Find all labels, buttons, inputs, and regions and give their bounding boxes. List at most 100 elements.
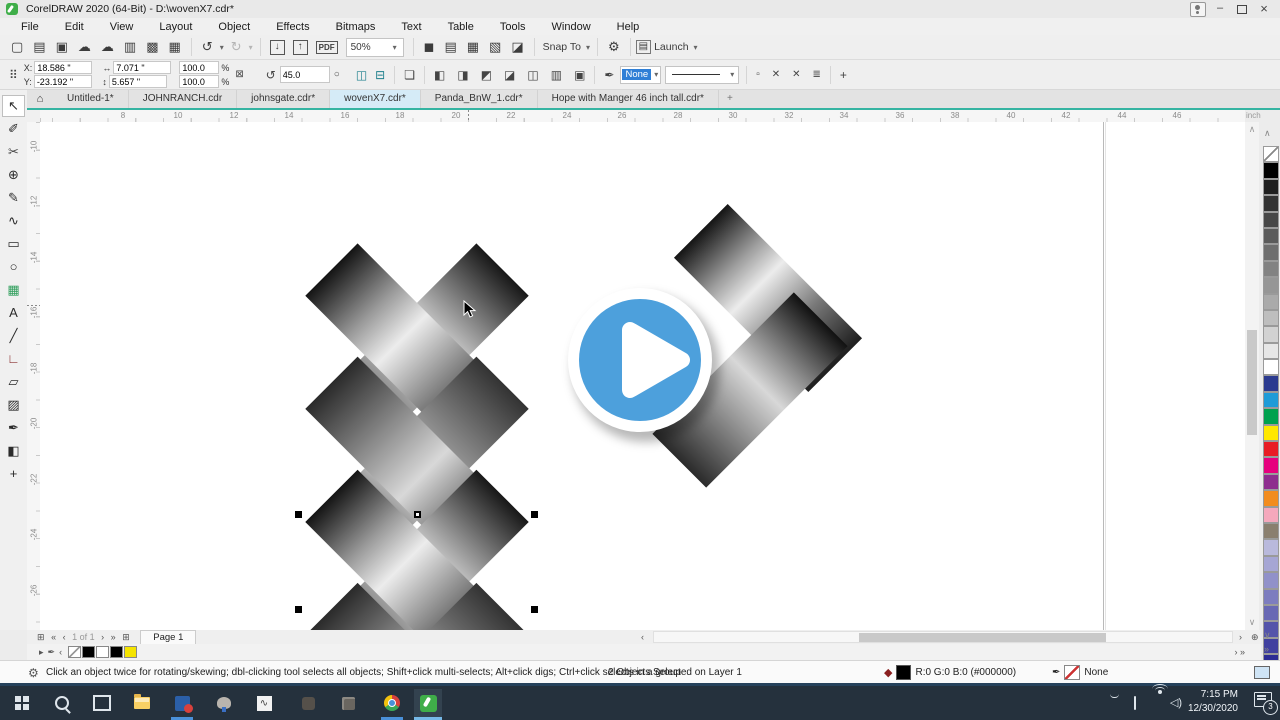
- crop-tool[interactable]: ✂: [3, 142, 24, 162]
- lock-ratio-icon[interactable]: ⊠: [231, 69, 247, 80]
- close-button[interactable]: ×: [1256, 2, 1272, 16]
- vertical-ruler[interactable]: -10 -12 -14 -16 -18 -20 -22 -24 -26: [27, 122, 41, 630]
- doc-palette-swatch[interactable]: [110, 646, 124, 658]
- menu-item[interactable]: Tools: [487, 21, 539, 33]
- doc-palette-right[interactable]: › »: [1232, 645, 1247, 659]
- ellipse-tool[interactable]: ○: [3, 257, 24, 277]
- palette-swatch[interactable]: [1263, 375, 1279, 392]
- palette-scroll-down[interactable]: ∨: [1264, 630, 1271, 641]
- doc-palette-swatch[interactable]: [82, 646, 96, 658]
- snap-to-dropdown[interactable]: Snap To: [540, 41, 584, 53]
- publish-pdf-icon[interactable]: PDF: [315, 40, 338, 54]
- clear-effects-icon[interactable]: ✕: [788, 69, 804, 80]
- palette-swatch[interactable]: [1263, 309, 1279, 327]
- object-width-field[interactable]: [113, 61, 172, 74]
- palette-swatch[interactable]: [1263, 391, 1279, 409]
- task-view-icon[interactable]: [88, 689, 116, 717]
- drawing-canvas[interactable]: [40, 122, 1245, 630]
- trim-icon[interactable]: ◨: [453, 68, 472, 82]
- menu-item[interactable]: Help: [604, 21, 653, 33]
- palette-swatch[interactable]: [1263, 539, 1279, 556]
- menu-item[interactable]: Layout: [146, 21, 205, 33]
- menu-item[interactable]: Effects: [263, 21, 322, 33]
- last-page-button[interactable]: »: [109, 630, 118, 644]
- customize-plus-icon[interactable]: +: [836, 68, 851, 82]
- volume-tray-icon[interactable]: ◁): [1170, 696, 1182, 709]
- wrap-text-icon[interactable]: ≣: [809, 69, 825, 80]
- palette-swatch[interactable]: [1263, 604, 1279, 622]
- order-icon[interactable]: ❏: [400, 68, 419, 82]
- status-gear-icon[interactable]: ⚙: [28, 666, 39, 680]
- play-button[interactable]: [568, 288, 720, 442]
- prev-page-button[interactable]: ‹: [61, 630, 68, 644]
- import-icon[interactable]: ↓: [269, 39, 285, 55]
- doc-palette-expand[interactable]: ▸: [37, 645, 46, 659]
- hscroll-right-arrow[interactable]: ›: [1237, 630, 1244, 644]
- palette-swatch[interactable]: [1263, 326, 1279, 343]
- palette-swatch[interactable]: [1263, 162, 1279, 179]
- cloud-upload-icon[interactable]: ☁: [73, 36, 96, 58]
- menu-item[interactable]: Table: [435, 21, 487, 33]
- add-page-button-2[interactable]: ⊞: [120, 630, 132, 644]
- create-boundary-icon[interactable]: ▣: [570, 68, 589, 82]
- copy-icon[interactable]: ▩: [141, 36, 163, 58]
- pan-zoom-button[interactable]: ⊕: [1249, 630, 1261, 644]
- palette-swatch[interactable]: [1263, 522, 1279, 540]
- palette-swatch[interactable]: [1263, 457, 1279, 474]
- woven-artwork[interactable]: [40, 122, 1245, 630]
- first-page-button[interactable]: «: [49, 630, 58, 644]
- scale-h-field[interactable]: [179, 61, 220, 74]
- eyedropper-tool[interactable]: ✒: [3, 418, 24, 438]
- photo-app-icon[interactable]: [168, 689, 196, 720]
- zoom-level-combo[interactable]: 50% ▾: [345, 37, 404, 57]
- account-icon[interactable]: [1190, 2, 1206, 17]
- more-tools[interactable]: +: [3, 464, 24, 484]
- search-icon[interactable]: [48, 689, 76, 717]
- document-tab[interactable]: johnsgate.cdr*: [237, 90, 331, 108]
- puzzle-app-icon[interactable]: ∿: [250, 689, 278, 717]
- clear-transform-icon[interactable]: ✕: [768, 69, 784, 80]
- shape-tool[interactable]: ✐: [3, 119, 24, 139]
- rectangle-tool[interactable]: ▭: [3, 234, 24, 254]
- palette-swatch[interactable]: [1263, 359, 1279, 376]
- palette-swatch[interactable]: [1263, 244, 1279, 261]
- palette-swatch[interactable]: [1263, 424, 1279, 442]
- menu-item[interactable]: Text: [388, 21, 434, 33]
- cloud-open-icon[interactable]: ☁: [96, 36, 119, 58]
- x-position-field[interactable]: [34, 61, 93, 74]
- menu-item[interactable]: Object: [205, 21, 263, 33]
- show-rulers-icon[interactable]: ▤: [439, 36, 461, 58]
- launch-icon[interactable]: ▤: [635, 40, 652, 54]
- back-minus-front-icon[interactable]: ▥: [547, 68, 566, 82]
- menu-item[interactable]: Window: [539, 21, 604, 33]
- palette-swatch[interactable]: [1263, 441, 1279, 458]
- simplify-icon[interactable]: ◪: [500, 68, 519, 82]
- mirror-vertical-icon[interactable]: ⊟: [371, 68, 389, 82]
- show-grid-icon[interactable]: ▦: [462, 36, 484, 58]
- dark-app-icon-2[interactable]: [334, 689, 362, 717]
- usb-tray-icon[interactable]: [1134, 696, 1136, 710]
- document-tab[interactable]: Panda_BnW_1.cdr*: [421, 90, 538, 108]
- document-tab[interactable]: Hope with Manger 46 inch tall.cdr*: [538, 90, 719, 108]
- palette-swatch[interactable]: [1263, 178, 1279, 196]
- open-icon[interactable]: ▤: [28, 36, 50, 58]
- menu-item[interactable]: File: [8, 21, 52, 33]
- minimize-button[interactable]: –: [1212, 2, 1228, 16]
- scale-v-field[interactable]: [179, 75, 220, 88]
- transparency-tool[interactable]: ▨: [3, 395, 24, 415]
- horizontal-scrollbar[interactable]: [653, 631, 1233, 643]
- palette-swatch[interactable]: [1263, 260, 1279, 278]
- treat-as-filled-icon[interactable]: ◪: [506, 36, 528, 58]
- palette-scroll-up[interactable]: ∧: [1264, 128, 1271, 139]
- palette-swatch[interactable]: [1263, 293, 1279, 310]
- palette-swatch[interactable]: [1263, 195, 1279, 212]
- doc-palette-swatch[interactable]: [68, 646, 82, 658]
- clock[interactable]: 7:15 PM 12/30/2020: [1188, 688, 1238, 716]
- new-tab-button[interactable]: +: [719, 90, 741, 108]
- doc-palette-eyedropper-icon[interactable]: ✒: [46, 645, 58, 659]
- document-tab[interactable]: wovenX7.cdr*: [330, 90, 421, 108]
- palette-swatch[interactable]: [1263, 342, 1279, 360]
- fullscreen-preview-icon[interactable]: ◼: [419, 36, 440, 58]
- y-position-field[interactable]: [33, 75, 92, 88]
- line-style-dropdown[interactable]: ▾: [665, 65, 740, 84]
